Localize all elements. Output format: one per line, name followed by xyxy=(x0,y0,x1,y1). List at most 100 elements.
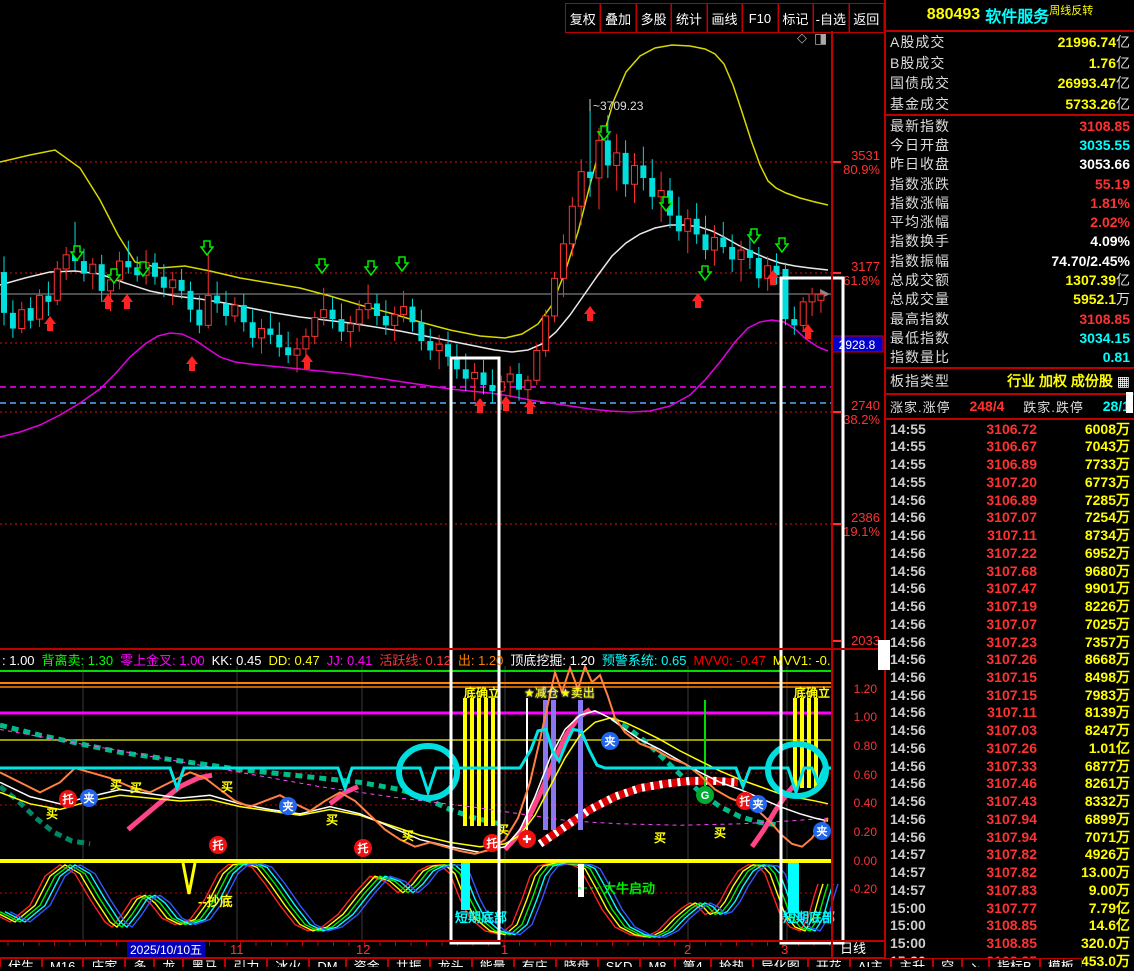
bottom-tab-有庄[interactable]: 有庄 xyxy=(513,958,556,967)
bottom-tab-空[interactable]: 空 xyxy=(933,958,963,967)
fib-price-label: 2386 xyxy=(851,510,880,525)
menu-button-标记[interactable]: 标记 xyxy=(777,4,814,32)
quote-row: B股成交 1.76亿 xyxy=(886,53,1134,74)
bottom-tab-资金[interactable]: 资金 xyxy=(345,958,388,967)
bottom-tab-龙头[interactable]: 龙头 xyxy=(429,958,472,967)
quote-row-label: 指数涨跌 xyxy=(890,175,950,192)
tick-row: 14:55 3106.89 7733万 xyxy=(886,455,1134,473)
up-count-label: 涨家.涨停 xyxy=(890,399,951,415)
up-count-value: 248/4 xyxy=(969,398,1005,415)
menu-button--自选[interactable]: -自选 xyxy=(813,4,849,32)
yellow-signal-bar xyxy=(477,698,481,826)
bottom-tab-SKD[interactable]: SKD xyxy=(597,958,641,967)
yellow-signal-bar xyxy=(491,698,495,826)
tick-time: 14:57 xyxy=(890,881,926,898)
scrollbar-thumb[interactable] xyxy=(1126,392,1133,413)
svg-text:托: 托 xyxy=(740,794,751,808)
quote-row: 平均涨幅 2.02% xyxy=(886,212,1134,231)
menu-button-画线[interactable]: 画线 xyxy=(706,4,743,32)
tick-time: 14:56 xyxy=(890,509,926,526)
tick-row: 14:57 3107.82 4926万 xyxy=(886,845,1134,863)
oscillator-wave xyxy=(4,862,834,938)
tick-price: 3107.26 xyxy=(986,651,1037,668)
indicator-param: KK: 0.45 xyxy=(211,653,262,666)
bottom-tab-M16[interactable]: M16 xyxy=(42,958,84,967)
peak-annotation: ~3709.23 xyxy=(593,99,644,113)
svg-text:夹: 夹 xyxy=(283,799,294,813)
menu-button-F10[interactable]: F10 xyxy=(742,4,778,32)
panel-divider-handle[interactable] xyxy=(878,640,890,670)
bottom-tab-共振[interactable]: 共振 xyxy=(387,958,430,967)
board-type-row[interactable]: 板指类型 行业 加权 成份股 ▦ xyxy=(886,369,1134,395)
axis-month-label: 12 xyxy=(356,942,370,957)
bottom-tab-黑马[interactable]: 黑马 xyxy=(183,958,226,967)
quote-row-label: 今日开盘 xyxy=(890,136,950,153)
tick-row: 14:56 3107.07 7025万 xyxy=(886,615,1134,633)
tick-time: 14:56 xyxy=(890,615,926,632)
svg-text:托: 托 xyxy=(487,836,498,850)
bottom-tab-DM[interactable]: DM xyxy=(309,958,346,967)
tick-time: 14:56 xyxy=(890,651,926,668)
bottom-tab-↘[interactable]: ↘ xyxy=(962,958,990,967)
tick-price: 3107.03 xyxy=(986,722,1037,739)
quote-row: 总成交量 5952.1万 xyxy=(886,290,1134,309)
bottom-tab-能量[interactable]: 能量 xyxy=(471,958,514,967)
tick-row: 14:56 3107.23 7357万 xyxy=(886,633,1134,651)
tick-row: 14:56 3107.11 8734万 xyxy=(886,526,1134,544)
star-label: ★减仓 xyxy=(524,686,559,700)
bottom-tab-第4[interactable]: 第4 xyxy=(674,958,711,967)
buy-text-marker: 买 xyxy=(654,831,666,845)
bottom-tab-开花[interactable]: 开花 xyxy=(807,958,850,967)
bottom-tab-庄家[interactable]: 庄家 xyxy=(83,958,126,967)
quote-row: 昨日收盘 3053.66 xyxy=(886,155,1134,174)
tick-row: 14:56 3107.07 7254万 xyxy=(886,509,1134,527)
quote-row-label: 最低指数 xyxy=(890,329,950,346)
bottom-tab-冰火[interactable]: 冰火 xyxy=(267,958,310,967)
tick-row: 14:56 3107.94 7071万 xyxy=(886,828,1134,846)
quote-row-value: 5733.26亿 xyxy=(1065,95,1130,112)
tick-time: 14:55 xyxy=(890,438,926,455)
buy-arrow-icon xyxy=(474,398,486,413)
menu-button-多股[interactable]: 多股 xyxy=(635,4,672,32)
tick-time: 14:56 xyxy=(890,704,926,721)
bottom-tab-抢热[interactable]: 抢热 xyxy=(710,958,753,967)
bottom-tab-异化图[interactable]: 异化图 xyxy=(752,958,808,967)
bottom-tab-指标B[interactable]: 指标B xyxy=(989,958,1040,967)
tick-time: 14:56 xyxy=(890,527,926,544)
board-type-label: 板指类型 xyxy=(890,372,950,389)
tick-row: 14:55 3107.20 6773万 xyxy=(886,473,1134,491)
buy-arrow-icon xyxy=(121,294,133,309)
bottom-tab-伏生[interactable]: 伏生 xyxy=(0,958,43,967)
ma-line-magenta xyxy=(0,319,829,438)
oscillator-white-bar xyxy=(578,864,584,897)
svg-text:托: 托 xyxy=(213,838,224,852)
buy-text-marker: 买 xyxy=(130,781,142,795)
updown-row: 涨家.涨停 248/4 跌家.跌停 28/1 xyxy=(886,395,1134,420)
bottom-tab-引力[interactable]: 引力 xyxy=(225,958,268,967)
tick-price: 3107.19 xyxy=(986,598,1037,615)
menu-button-统计[interactable]: 统计 xyxy=(671,4,707,32)
tick-price: 3106.89 xyxy=(986,456,1037,473)
menu-button-复权[interactable]: 复权 xyxy=(565,4,601,32)
purple-signal-bar xyxy=(551,700,556,830)
bottom-tab-M8[interactable]: M8 xyxy=(640,958,675,967)
tick-row: 14:56 3107.26 8668万 xyxy=(886,650,1134,668)
tick-row: 14:56 3107.33 6877万 xyxy=(886,757,1134,775)
menu-button-叠加[interactable]: 叠加 xyxy=(600,4,636,32)
tick-list[interactable]: 14:55 3106.72 6008万 14:55 3106.67 7043万 14:55 3… xyxy=(886,420,1134,970)
grid-icon[interactable]: ▦ xyxy=(1117,373,1130,389)
bottom-tab-龙[interactable]: 龙 xyxy=(154,958,184,967)
bottom-tab-晓盘[interactable]: 晓盘 xyxy=(555,958,598,967)
quote-row-value: 5952.1万 xyxy=(1073,291,1130,308)
tick-price: 3107.07 xyxy=(986,615,1037,632)
bottom-tab-AI主[interactable]: AI主 xyxy=(849,958,892,967)
tick-price: 3107.82 xyxy=(986,846,1037,863)
bottom-tab-多[interactable]: 多 xyxy=(125,958,155,967)
bottom-tab-主升[interactable]: 主升 xyxy=(891,958,934,967)
yellow-signal-bar xyxy=(484,698,488,826)
tick-price: 3107.15 xyxy=(986,686,1037,703)
oscillator-annotation: --抄底 xyxy=(198,894,233,909)
bottom-tab-模板[interactable]: 模板 xyxy=(1039,958,1082,967)
menu-button-返回[interactable]: 返回 xyxy=(848,4,884,32)
tick-row: 14:57 3107.82 13.00万 xyxy=(886,863,1134,881)
